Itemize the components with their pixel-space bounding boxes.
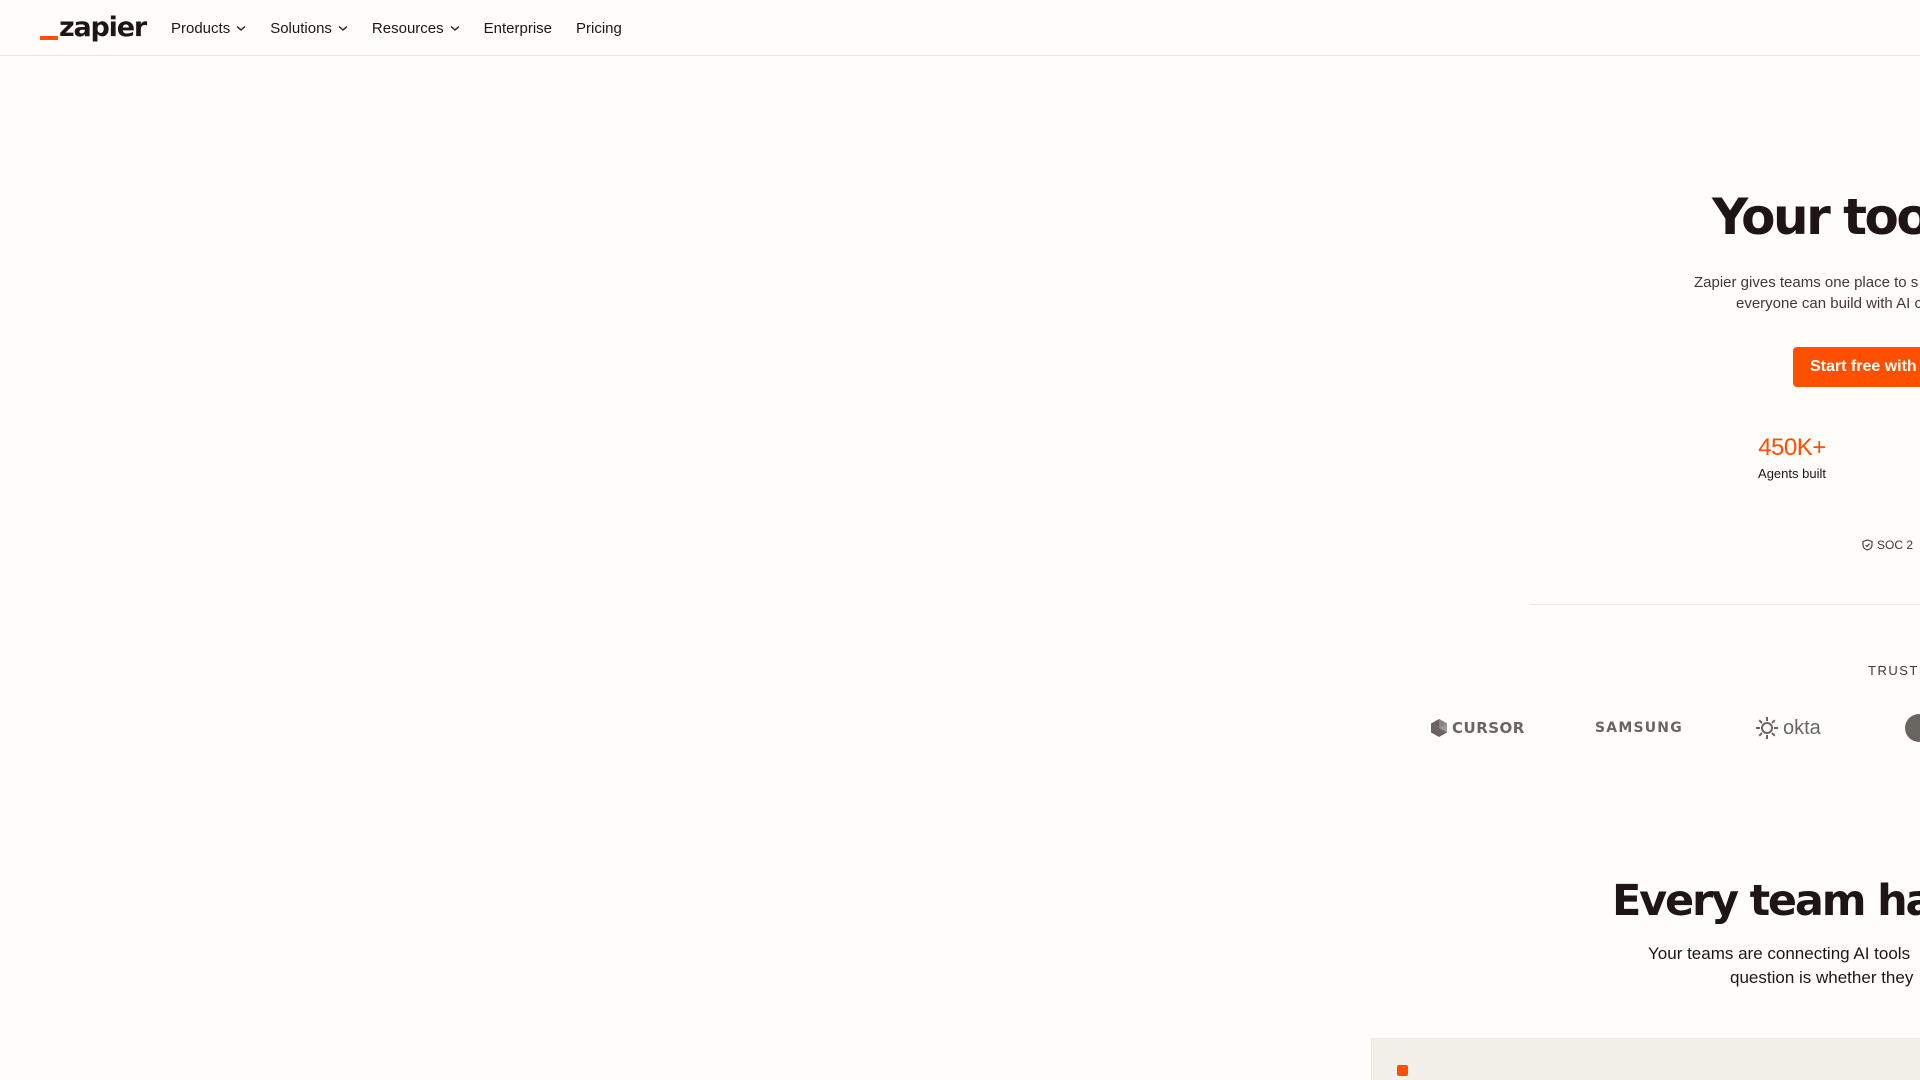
start-free-button[interactable]: Start free with <box>1793 347 1920 387</box>
stat-value: 450K+ <box>1758 434 1826 461</box>
section-subtitle-line: Your teams are connecting AI tools <box>1648 944 1911 963</box>
nav-item-label: Pricing <box>576 19 622 37</box>
logo-underscore-mark <box>40 36 58 40</box>
nav-menu: Products Solutions Resources Enterprise … <box>171 0 646 56</box>
hero-subtitle-line: Zapier gives teams one place to s <box>1694 274 1919 291</box>
soc2-badge: SOC 2 <box>1862 538 1913 552</box>
hero-subtitle: Zapier gives teams one place to s everyo… <box>1620 272 1920 314</box>
nav-item-label: Resources <box>371 19 444 37</box>
cursor-logo: CURSOR <box>1430 714 1525 742</box>
shield-icon <box>1862 539 1873 551</box>
logo-strip-fade <box>1370 700 1410 756</box>
orange-square-icon <box>1397 1065 1408 1076</box>
hero-subtitle-line: everyone can build with AI c <box>1736 295 1920 312</box>
nav-item-enterprise[interactable]: Enterprise <box>484 20 552 37</box>
section-subtitle-line: question is whether they <box>1730 968 1914 987</box>
trusted-by-label: TRUSTE <box>1868 663 1920 678</box>
cursor-wordmark: CURSOR <box>1452 719 1525 737</box>
customer-logo-strip: CURSOR SAMSUNG okta <box>1380 700 1920 756</box>
nav-item-label: Enterprise <box>483 19 552 37</box>
nav-item-label: Solutions <box>270 19 332 37</box>
section-subtitle: Your teams are connecting AI tools quest… <box>1620 942 1920 990</box>
logo-text: zapier <box>59 12 147 43</box>
okta-sunburst-icon <box>1756 717 1778 739</box>
zapier-logo[interactable]: zapier <box>40 12 147 43</box>
nav-item-pricing[interactable]: Pricing <box>576 20 622 37</box>
soc2-label: SOC 2 <box>1877 538 1914 552</box>
chevron-down-icon <box>338 26 348 31</box>
circle-logo-icon <box>1905 714 1920 742</box>
samsung-wordmark: SAMSUNG <box>1595 720 1683 736</box>
section-title: Every team has A <box>1612 876 1920 926</box>
okta-wordmark: okta <box>1783 716 1821 739</box>
cursor-icon <box>1431 719 1447 737</box>
stat-agents-built: 450K+ Agents built <box>1752 434 1832 481</box>
okta-logo: okta <box>1755 714 1821 742</box>
chevron-down-icon <box>236 26 246 31</box>
partial-logo <box>1905 714 1920 742</box>
section-divider <box>1530 604 1920 605</box>
nav-item-products[interactable]: Products <box>171 20 246 37</box>
chevron-down-icon <box>450 26 460 31</box>
feature-panel <box>1371 1038 1920 1080</box>
nav-item-resources[interactable]: Resources <box>372 20 460 37</box>
stat-label: Agents built <box>1758 466 1826 481</box>
samsung-logo: SAMSUNG <box>1595 714 1683 742</box>
top-nav: zapier Products Solutions Resources Ente… <box>0 0 1920 56</box>
hero-title: Your tools <box>1712 188 1920 246</box>
nav-item-label: Products <box>171 19 231 37</box>
nav-item-solutions[interactable]: Solutions <box>270 20 348 37</box>
